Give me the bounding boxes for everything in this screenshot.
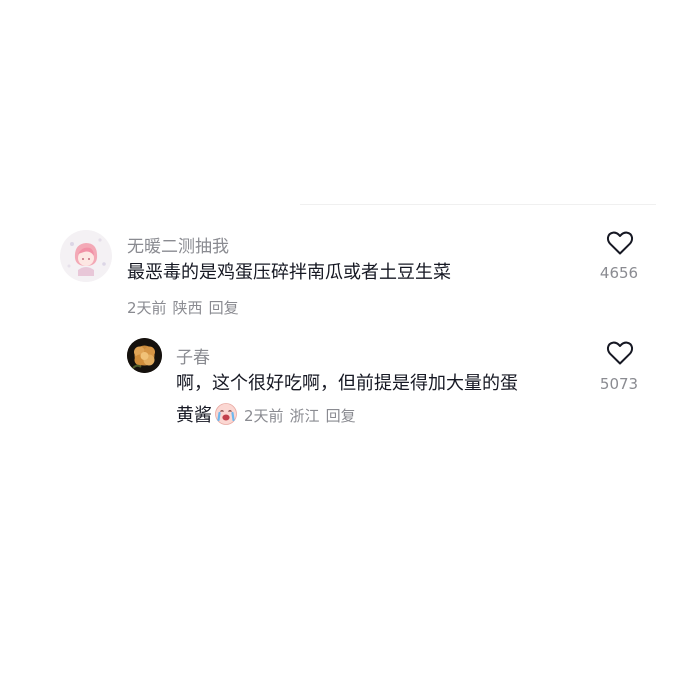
pink-anime-avatar-icon	[60, 230, 112, 282]
comment-text-line: 啊，这个很好吃啊，但前提是得加大量的蛋	[176, 373, 518, 394]
flower-avatar-icon	[127, 338, 162, 373]
like-button[interactable]	[606, 230, 634, 256]
reply-button[interactable]: 回复	[209, 299, 239, 317]
like-count: 4656	[599, 264, 639, 282]
like-count: 5073	[599, 375, 639, 393]
heart-icon	[606, 231, 634, 255]
heart-icon	[606, 341, 634, 365]
comment-username[interactable]: 无暖二测抽我	[127, 232, 229, 257]
comment-meta: 2天前 陕西 回复	[127, 297, 245, 318]
comment-text: 最恶毒的是鸡蛋压碎拌南瓜或者土豆生菜	[127, 262, 451, 283]
comment-text-continuation: 黄酱 2天前 浙江 回复	[176, 401, 362, 431]
comment-time: 2天前	[127, 299, 167, 317]
comment-text-line: 黄酱	[176, 405, 212, 426]
section-divider	[300, 204, 656, 205]
crying-face-emoji-icon	[215, 403, 237, 425]
comment-time: 2天前	[244, 407, 284, 425]
reply-button[interactable]: 回复	[326, 407, 356, 425]
comment-location: 浙江	[289, 407, 320, 425]
user-avatar[interactable]	[60, 230, 112, 282]
like-button[interactable]	[606, 340, 634, 366]
comment-username[interactable]: 子春	[176, 343, 210, 368]
user-avatar[interactable]	[127, 338, 162, 373]
comment-meta: 2天前 浙江 回复	[244, 407, 362, 425]
comment-location: 陕西	[172, 299, 203, 317]
